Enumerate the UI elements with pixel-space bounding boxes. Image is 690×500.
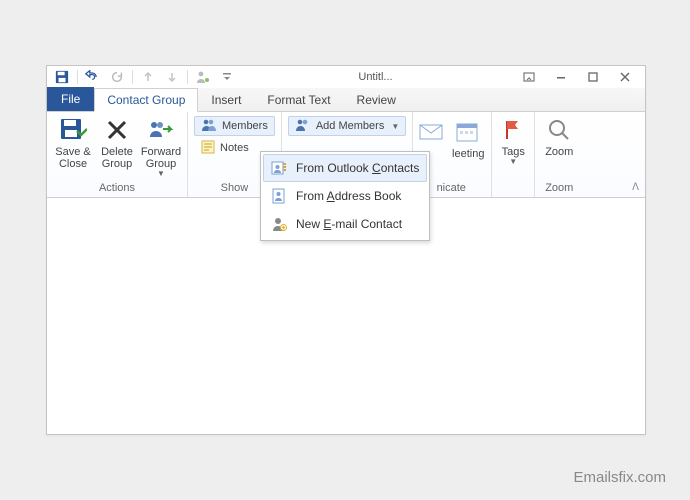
- add-members-icon: [295, 118, 311, 135]
- redo-icon[interactable]: [106, 66, 128, 88]
- window-title: Untitl...: [238, 71, 513, 83]
- members-icon: [201, 118, 217, 135]
- tags-button[interactable]: Tags ▼: [496, 114, 530, 164]
- dd-label: From Address Book: [296, 189, 401, 203]
- zoom-icon: [543, 116, 575, 144]
- new-contact-icon: [270, 215, 288, 233]
- chevron-down-icon: ▼: [509, 160, 517, 164]
- calendar-icon: [452, 118, 484, 146]
- window-controls: [513, 66, 641, 88]
- collapse-ribbon-icon[interactable]: ᐱ: [632, 182, 639, 193]
- delete-icon: [101, 116, 133, 144]
- group-label-zoom: Zoom: [539, 180, 579, 196]
- prev-icon: [137, 66, 159, 88]
- dd-label: New E-mail Contact: [296, 217, 402, 231]
- next-icon: [161, 66, 183, 88]
- maximize-icon[interactable]: [577, 66, 609, 88]
- delete-group-button[interactable]: Delete Group: [95, 114, 139, 170]
- address-book-icon: [270, 187, 288, 205]
- outlook-contacts-icon: [270, 159, 288, 177]
- group-actions: Save & Close Delete Group Forward Group …: [47, 112, 188, 197]
- minimize-icon[interactable]: [545, 66, 577, 88]
- watermark: Emailsfix.com: [573, 469, 666, 486]
- save-and-close-button[interactable]: Save & Close: [51, 114, 95, 170]
- meeting-button-partial[interactable]: leeting: [449, 116, 487, 160]
- tab-format-text[interactable]: Format Text: [254, 87, 343, 111]
- outlook-contact-group-window: Untitl... File Contact Group Insert Form…: [46, 65, 646, 435]
- notes-icon: [201, 140, 215, 157]
- ribbon-tabs: File Contact Group Insert Format Text Re…: [47, 88, 645, 112]
- members-button[interactable]: Members: [194, 116, 275, 136]
- forward-group-button[interactable]: Forward Group ▼: [139, 114, 183, 176]
- undo-icon[interactable]: [82, 66, 104, 88]
- zoom-button[interactable]: Zoom: [539, 114, 579, 158]
- group-zoom: Zoom Zoom: [535, 112, 583, 197]
- titlebar: Untitl...: [47, 66, 645, 88]
- group-label-actions: Actions: [51, 180, 183, 196]
- flag-icon: [497, 116, 529, 144]
- person-status-icon[interactable]: [192, 66, 214, 88]
- save-icon[interactable]: [51, 66, 73, 88]
- add-members-button[interactable]: Add Members ▼: [288, 116, 406, 136]
- forward-icon: [145, 116, 177, 144]
- dd-label: From Outlook Contacts: [296, 161, 419, 175]
- group-tags: Tags ▼: [492, 112, 535, 197]
- chevron-down-icon: ▼: [391, 122, 399, 131]
- dd-new-email-contact[interactable]: New E-mail Contact: [263, 210, 427, 238]
- close-icon[interactable]: [609, 66, 641, 88]
- quick-access-toolbar: [51, 66, 238, 88]
- dd-from-address-book[interactable]: From Address Book: [263, 182, 427, 210]
- add-members-dropdown: From Outlook Contacts From Address Book …: [260, 151, 430, 241]
- chevron-down-icon: ▼: [157, 172, 165, 176]
- ribbon-options-icon[interactable]: [513, 66, 545, 88]
- tab-contact-group[interactable]: Contact Group: [94, 88, 198, 112]
- file-tab[interactable]: File: [47, 87, 94, 111]
- dd-from-outlook-contacts[interactable]: From Outlook Contacts: [263, 154, 427, 182]
- email-icon: [416, 118, 448, 146]
- save-close-icon: [57, 116, 89, 144]
- tab-review[interactable]: Review: [344, 87, 409, 111]
- qat-customize-icon[interactable]: [216, 66, 238, 88]
- tab-insert[interactable]: Insert: [198, 87, 254, 111]
